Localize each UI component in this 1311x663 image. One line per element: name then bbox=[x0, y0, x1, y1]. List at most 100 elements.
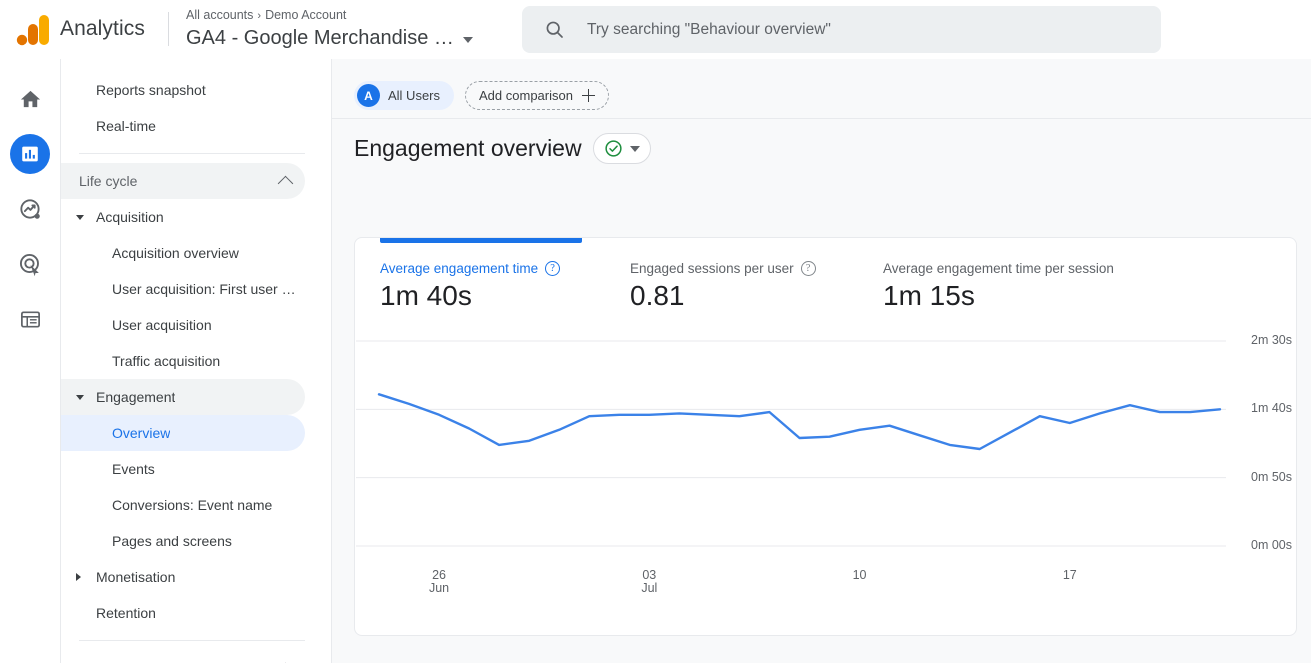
x-axis-tick-label: 26 Jun bbox=[409, 569, 469, 595]
search-bar[interactable]: Try searching "Behaviour overview" bbox=[522, 6, 1161, 53]
y-axis-tick-label: 2m 30s bbox=[1251, 333, 1292, 347]
sidebar-divider bbox=[79, 640, 305, 641]
sidebar-item-events[interactable]: Events bbox=[61, 451, 305, 487]
metric-label-row: Average engagement time per session bbox=[883, 261, 1161, 276]
metric-tab-average-engagement-time[interactable]: Average engagement time? 1m 40s bbox=[355, 238, 608, 328]
page-title: Engagement overview bbox=[354, 135, 582, 161]
rail-item-advertising[interactable] bbox=[10, 244, 50, 284]
sidebar-divider bbox=[79, 153, 305, 154]
configure-icon bbox=[20, 310, 40, 328]
triangle-down-icon bbox=[76, 214, 84, 220]
chevron-up-icon[interactable] bbox=[277, 175, 294, 191]
sidebar-item-label: Reports snapshot bbox=[96, 82, 206, 98]
x-tick-day: 10 bbox=[852, 568, 867, 582]
y-axis-tick-label: 1m 40s bbox=[1251, 401, 1292, 416]
line-chart[interactable]: 0m 00s 0m 50s 1m 40s 2m 30s 26 Jun 03 Jul 10 17 bbox=[355, 328, 1296, 635]
sidebar-item-reports-snapshot[interactable]: Reports snapshot bbox=[61, 72, 305, 108]
plus-icon bbox=[581, 89, 595, 102]
help-icon[interactable]: ? bbox=[545, 261, 561, 276]
home-icon bbox=[20, 90, 40, 107]
brand-name: Analytics bbox=[60, 17, 145, 40]
all-users-chip[interactable]: A All Users bbox=[354, 81, 455, 110]
sidebar-item-label: Conversions: Event name bbox=[112, 497, 273, 513]
metric-tab-engaged-sessions-per-user[interactable]: Engaged sessions per user? 0.81 bbox=[608, 238, 861, 328]
sidebar-item-pages-and-screens[interactable]: Pages and screens bbox=[61, 523, 305, 559]
x-axis-tick-label: 17 bbox=[1040, 569, 1100, 582]
sidebar-item-engagement[interactable]: Engagement bbox=[61, 379, 305, 415]
rail-item-home[interactable] bbox=[10, 79, 50, 119]
chevron-down-icon bbox=[629, 145, 640, 152]
sidebar-item-label: Retention bbox=[96, 605, 156, 621]
insights-dropdown-button[interactable] bbox=[592, 133, 651, 164]
search-icon bbox=[546, 21, 563, 38]
sidebar-item-conversions-event-name[interactable]: Conversions: Event name bbox=[61, 487, 305, 523]
y-axis-tick-label: 0m 50s bbox=[1251, 469, 1292, 484]
metric-label-row: Average engagement time? bbox=[380, 261, 608, 276]
add-comparison-button[interactable]: Add comparison bbox=[465, 81, 609, 110]
metric-label: Average engagement time bbox=[380, 261, 539, 276]
rail-item-explore[interactable] bbox=[10, 189, 50, 229]
engagement-chart-card: Average engagement time? 1m 40s Engaged se… bbox=[354, 237, 1297, 636]
reports-icon bbox=[22, 146, 38, 162]
metric-value: 0.81 bbox=[630, 280, 685, 311]
sidebar-item-traffic-acquisition[interactable]: Traffic acquisition bbox=[61, 343, 305, 379]
check-circle-icon bbox=[604, 140, 622, 157]
help-icon[interactable]: ? bbox=[800, 261, 816, 276]
line-chart-svg bbox=[356, 340, 1226, 547]
sidebar-item-label: Engagement bbox=[96, 389, 176, 405]
sidebar-item-overview[interactable]: Overview bbox=[61, 415, 305, 451]
header-divider bbox=[332, 118, 1311, 119]
sidebar-item-label: Real-time bbox=[96, 118, 156, 134]
metric-label-row: Engaged sessions per user? bbox=[630, 261, 861, 276]
sidebar-item-retention[interactable]: Retention bbox=[61, 595, 305, 631]
search-input[interactable]: Try searching "Behaviour overview" bbox=[587, 21, 831, 39]
sidebar-item-label: Overview bbox=[112, 425, 171, 441]
x-tick-month: Jul bbox=[641, 581, 658, 595]
sidebar-item-real-time[interactable]: Real-time bbox=[61, 108, 305, 144]
sidebar-item-user[interactable]: User bbox=[61, 650, 305, 663]
breadcrumb-demo-account[interactable]: Demo Account bbox=[265, 8, 346, 22]
sidebar-item-acquisition[interactable]: Acquisition bbox=[61, 199, 305, 235]
chart-series-line bbox=[377, 393, 1222, 451]
metric-value: 1m 15s bbox=[883, 280, 975, 311]
triangle-right-icon bbox=[76, 573, 81, 581]
property-row[interactable]: GA4 - Google Merchandise … bbox=[186, 25, 473, 51]
sidebar-item-user-acquisition-first-user[interactable]: User acquisition: First user … bbox=[61, 271, 305, 307]
sidebar-item-life-cycle[interactable]: Life cycle bbox=[61, 163, 305, 199]
all-users-label: All Users bbox=[388, 88, 441, 103]
metric-tabs: Average engagement time? 1m 40s Engaged se… bbox=[355, 238, 1296, 328]
explore-icon bbox=[19, 198, 40, 219]
chevron-down-icon bbox=[462, 36, 473, 43]
x-axis-tick-label: 03 Jul bbox=[619, 569, 679, 595]
sidebar-item-label: User acquisition bbox=[112, 317, 212, 333]
brand-divider bbox=[168, 12, 169, 46]
breadcrumb-all-accounts[interactable]: All accounts bbox=[186, 8, 253, 22]
metric-label: Engaged sessions per user bbox=[630, 261, 794, 276]
metric-selected-indicator bbox=[380, 238, 582, 243]
sidebar-item-label: Acquisition overview bbox=[112, 245, 239, 261]
top-app-bar: Analytics All accounts › Demo Account GA4 … bbox=[0, 0, 1311, 59]
property-name: GA4 - Google Merchandise … bbox=[186, 27, 454, 49]
breadcrumb: All accounts › Demo Account bbox=[186, 6, 473, 25]
sidebar-item-label: Pages and screens bbox=[112, 533, 232, 549]
sidebar-item-user-acquisition[interactable]: User acquisition bbox=[61, 307, 305, 343]
account-property-selector[interactable]: All accounts › Demo Account GA4 - Google M… bbox=[186, 6, 473, 51]
left-icon-rail bbox=[0, 59, 61, 663]
google-analytics-logo-icon bbox=[16, 15, 49, 46]
advertising-icon bbox=[19, 253, 39, 276]
metric-tab-average-engagement-time-per-session[interactable]: Average engagement time per session 1m 15… bbox=[861, 238, 1161, 328]
sidebar-item-monetisation[interactable]: Monetisation bbox=[61, 559, 305, 595]
sidebar-item-label: Traffic acquisition bbox=[112, 353, 221, 369]
x-axis-tick-label: 10 bbox=[830, 569, 890, 582]
sidebar-item-label: Monetisation bbox=[96, 569, 176, 585]
sidebar-item-label: Events bbox=[112, 461, 155, 477]
x-tick-month: Jun bbox=[428, 581, 450, 595]
rail-item-configure[interactable] bbox=[10, 299, 50, 339]
add-comparison-label: Add comparison bbox=[479, 88, 573, 103]
triangle-down-icon bbox=[76, 394, 84, 400]
sidebar-nav: Reports snapshot Real-time Life cycle Acqui… bbox=[61, 59, 332, 663]
sidebar-item-acquisition-overview[interactable]: Acquisition overview bbox=[61, 235, 305, 271]
title-row: Engagement overview bbox=[354, 133, 651, 164]
rail-item-reports[interactable] bbox=[10, 134, 50, 174]
sidebar-item-label: Life cycle bbox=[79, 173, 138, 189]
